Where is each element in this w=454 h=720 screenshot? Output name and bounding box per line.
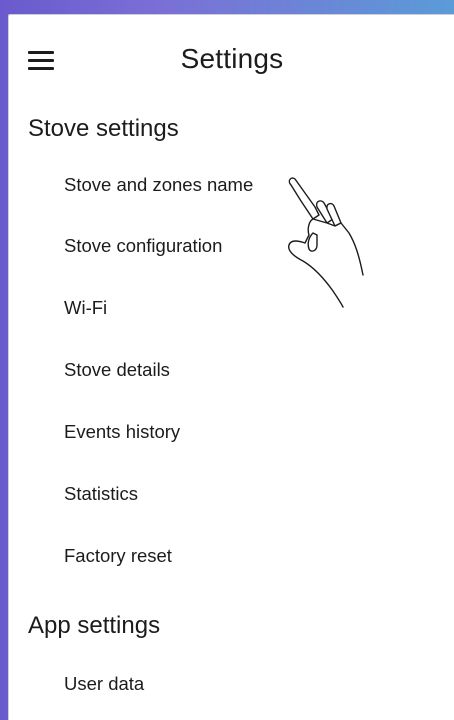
settings-item-stove-configuration[interactable]: Stove configuration: [64, 235, 222, 257]
settings-item-user-data[interactable]: User data: [64, 673, 144, 695]
top-app-bar: Settings: [9, 15, 454, 107]
page-title: Settings: [180, 43, 284, 74]
settings-item-stove-details[interactable]: Stove details: [64, 359, 170, 381]
settings-screen: Settings Stove settings Stove and zones …: [8, 14, 454, 720]
settings-item-factory-reset[interactable]: Factory reset: [64, 545, 172, 567]
settings-item-wifi[interactable]: Wi-Fi: [64, 297, 107, 319]
settings-item-events-history[interactable]: Events history: [64, 421, 180, 443]
pointing-hand-icon: [288, 177, 364, 308]
section-title-stove-settings: Stove settings: [28, 115, 179, 142]
settings-item-stove-and-zones-name[interactable]: Stove and zones name: [64, 174, 253, 196]
section-title-app-settings: App settings: [28, 612, 161, 639]
device-frame: Settings Stove settings Stove and zones …: [0, 0, 454, 720]
settings-item-statistics[interactable]: Statistics: [64, 483, 138, 505]
